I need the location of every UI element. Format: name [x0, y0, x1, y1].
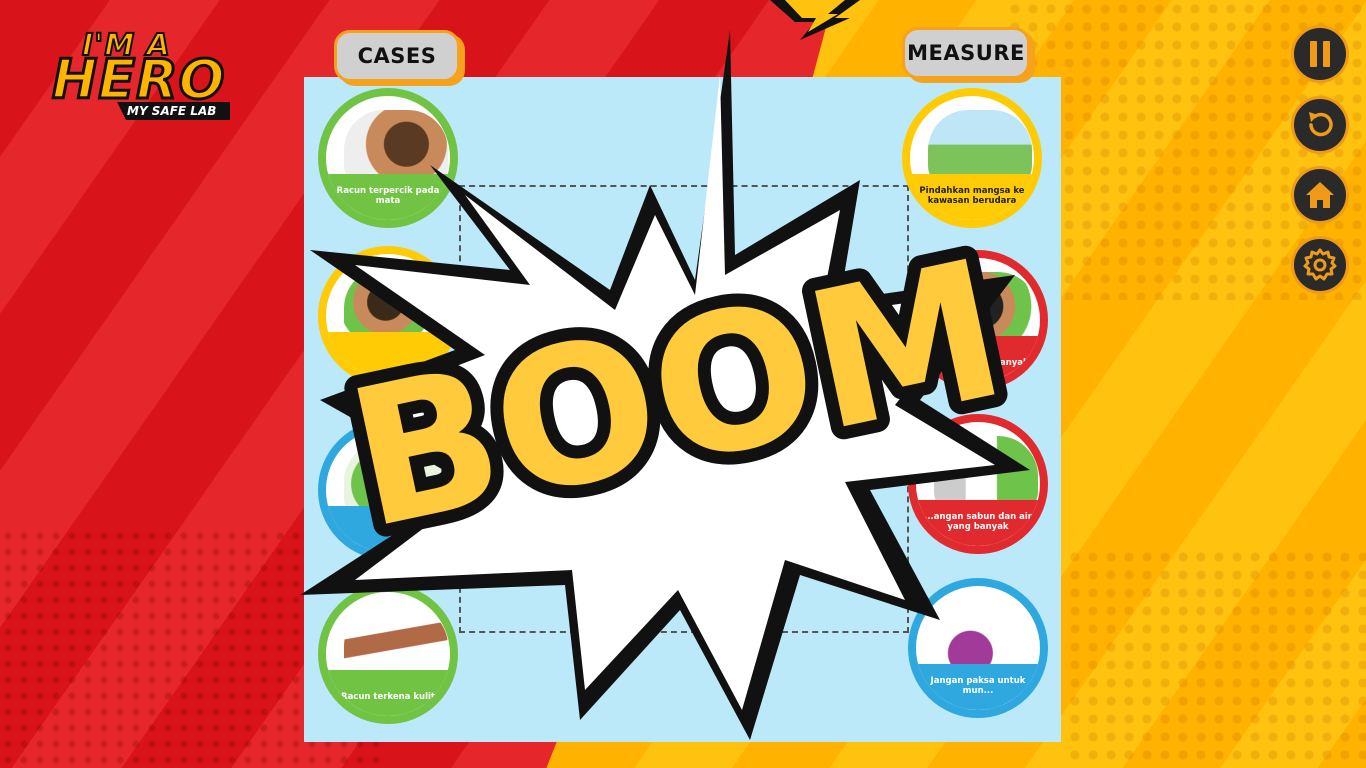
home-icon	[1306, 182, 1334, 208]
pause-icon	[1310, 41, 1330, 67]
logo-subtitle: MY SAFE LAB	[117, 102, 231, 120]
restart-icon	[1309, 112, 1333, 137]
pause-button[interactable]	[1291, 25, 1349, 83]
home-button[interactable]	[1291, 166, 1349, 224]
boom-explosion: BOOM	[300, 30, 1034, 740]
restart-button[interactable]	[1291, 96, 1349, 154]
settings-icon	[1303, 248, 1337, 281]
logo-main-text: HERO	[51, 47, 227, 113]
settings-button[interactable]	[1291, 236, 1349, 294]
game-logo: I'M A HERO MY SAFE LAB	[22, 18, 272, 123]
